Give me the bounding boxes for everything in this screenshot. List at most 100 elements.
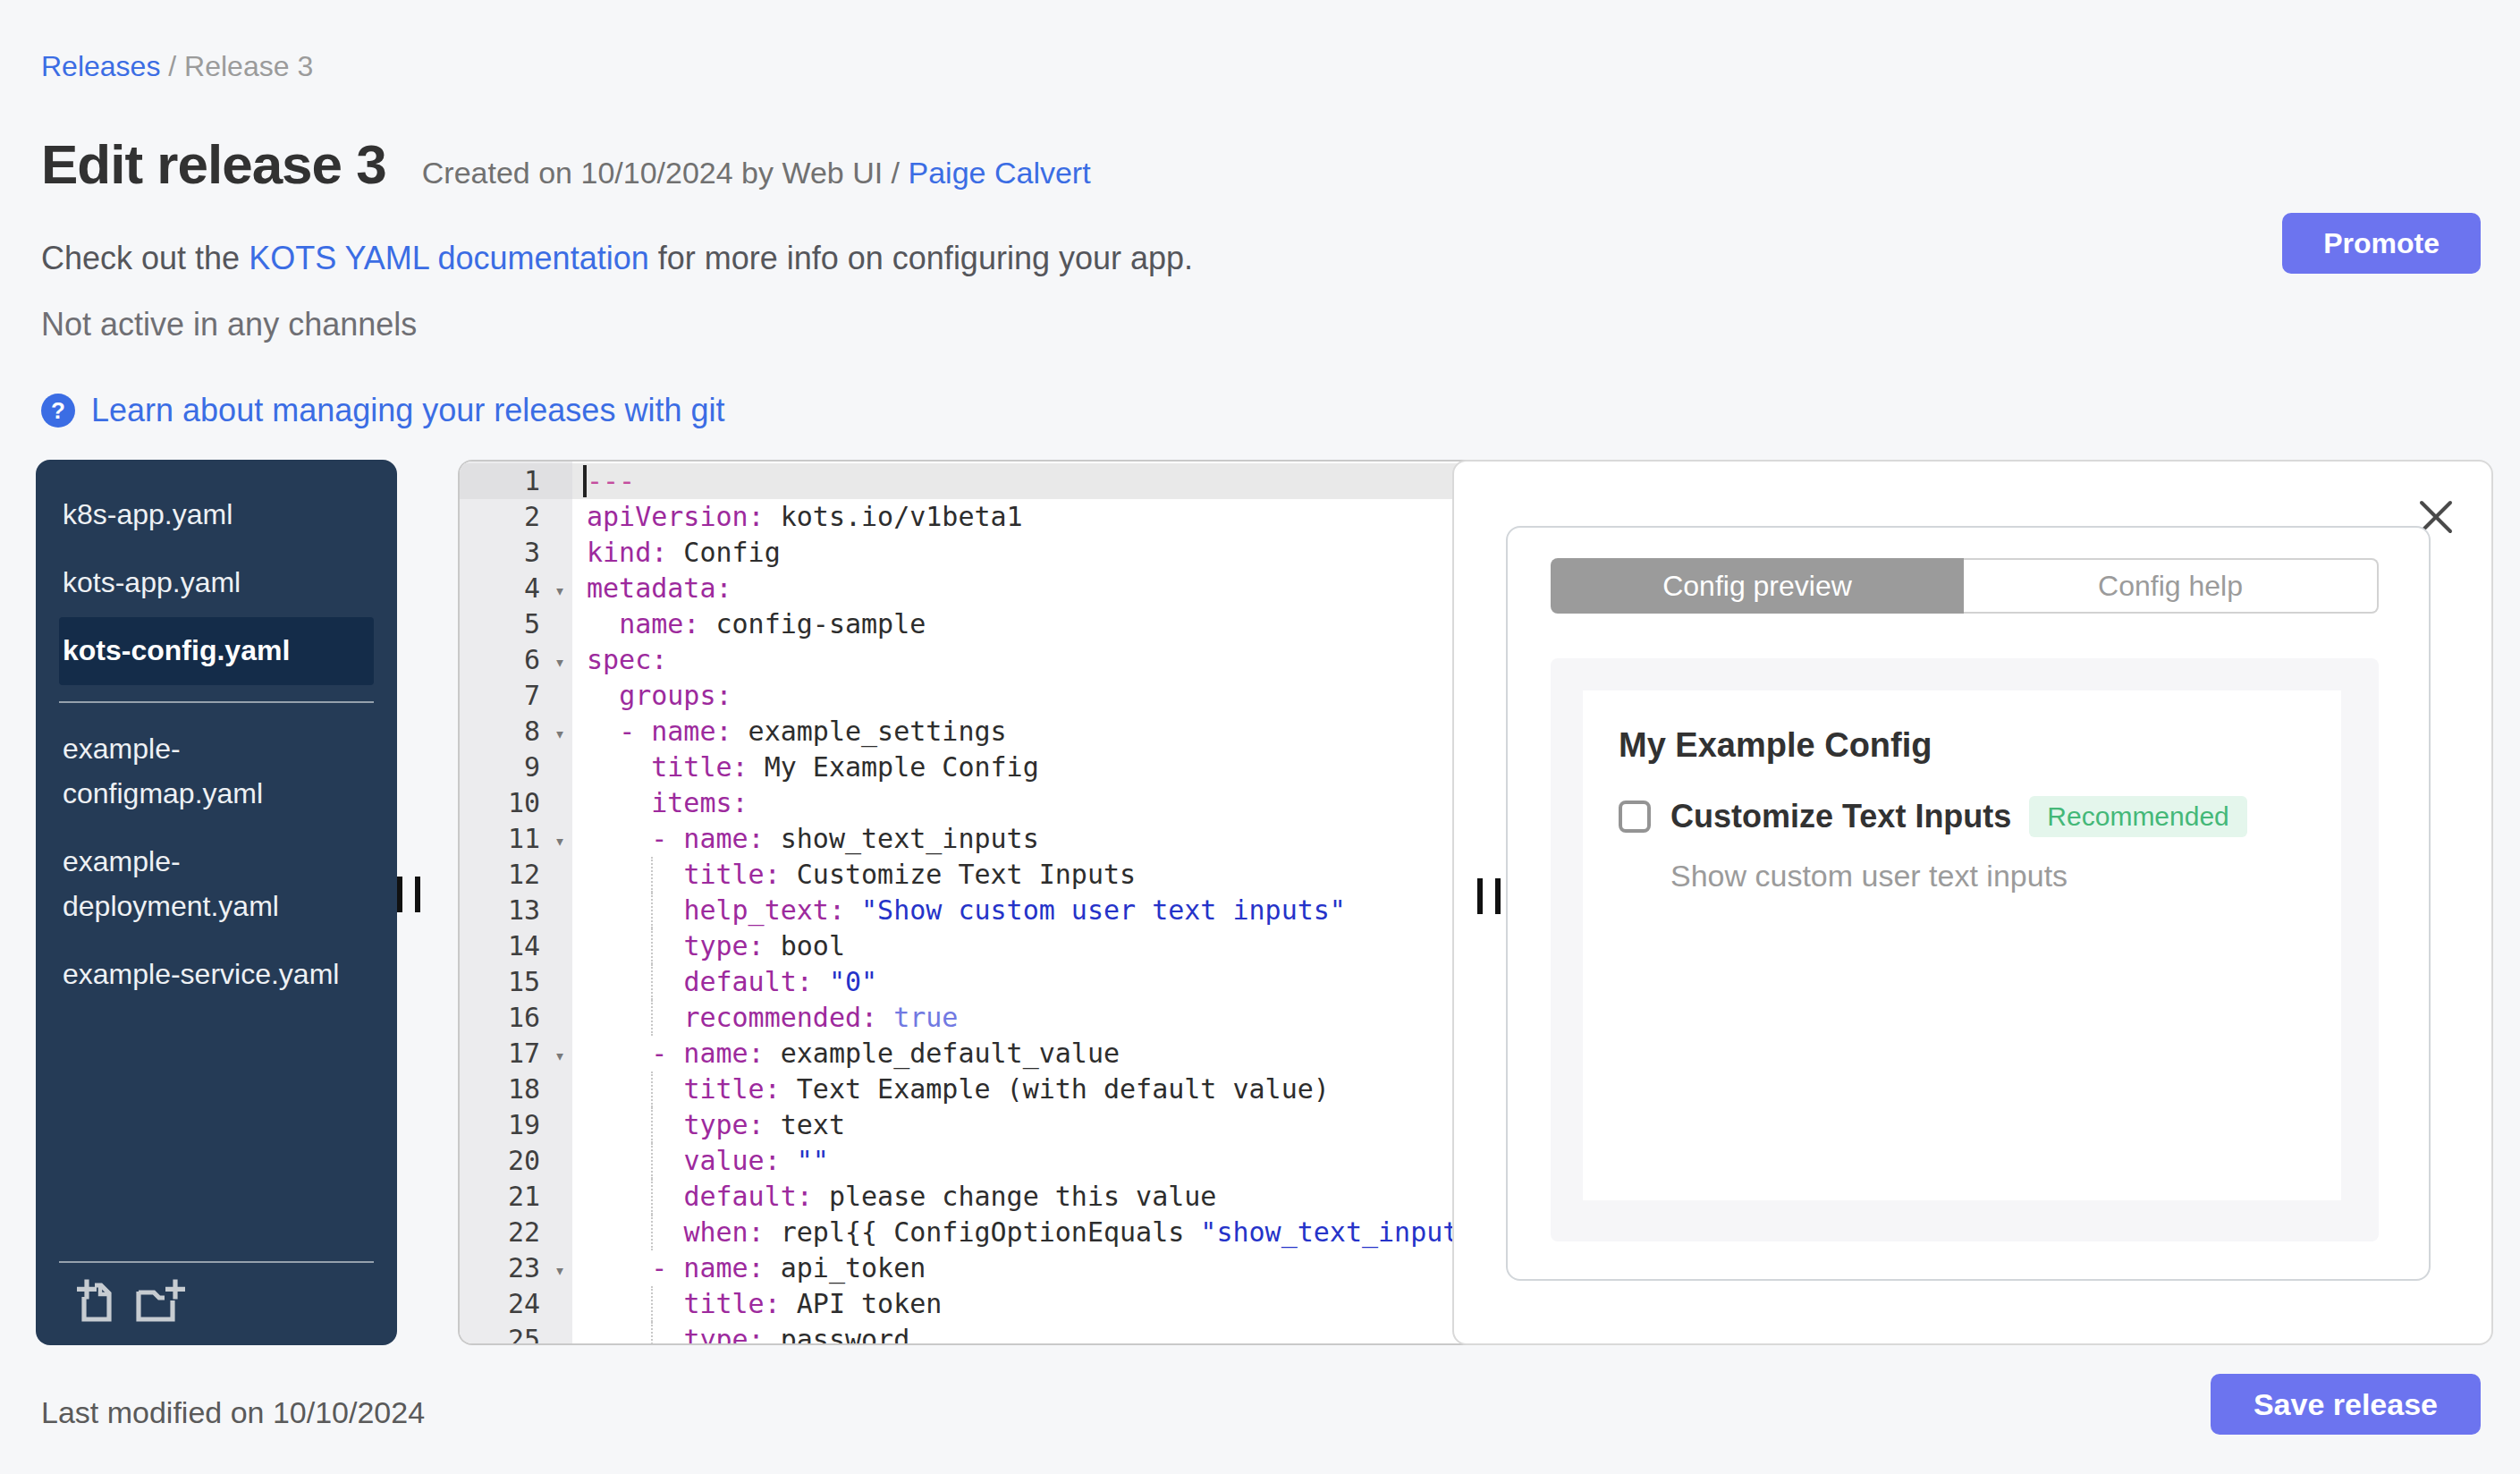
config-preview-pane: Config preview Config help My Example Co…: [1452, 460, 2493, 1345]
code-line: 21 default: please change this value: [460, 1179, 1483, 1215]
code-line: 7 groups:: [460, 678, 1483, 714]
last-modified: Last modified on 10/10/2024: [41, 1395, 425, 1430]
code-text: - name: example_settings: [572, 714, 1007, 750]
file-tree-item[interactable]: example-deployment.yaml: [59, 828, 374, 941]
fold-arrow-icon[interactable]: ▾: [554, 823, 565, 859]
line-number: 24: [460, 1286, 572, 1322]
code-text: title: Customize Text Inputs: [572, 857, 1136, 893]
config-item-label: Customize Text Inputs: [1670, 798, 2011, 835]
line-number: 23▾: [460, 1250, 572, 1286]
code-text: title: My Example Config: [572, 750, 1039, 785]
config-tabs: Config preview Config help: [1551, 558, 2379, 614]
git-help-link[interactable]: ? Learn about managing your releases wit…: [41, 392, 724, 429]
created-info: Created on 10/10/2024 by Web UI / Paige …: [422, 156, 1091, 191]
line-number: 3: [460, 535, 572, 571]
line-number: 8▾: [460, 714, 572, 750]
code-text: help_text: "Show custom user text inputs…: [572, 893, 1346, 928]
code-text: value: "": [572, 1143, 829, 1179]
resize-handle-right[interactable]: [1477, 878, 1501, 914]
add-file-icon[interactable]: [77, 1279, 114, 1322]
indent-guide: [651, 857, 653, 893]
file-tree-item[interactable]: example-service.yaml: [59, 941, 374, 1009]
file-tree-top: k8s-app.yamlkots-app.yamlkots-config.yam…: [36, 481, 397, 685]
code-text: - name: api_token: [572, 1250, 926, 1286]
code-line: 25 type: password: [460, 1322, 1483, 1345]
code-line: 1---: [460, 463, 1483, 499]
code-lines: 1---2apiVersion: kots.io/v1beta13kind: C…: [460, 463, 1483, 1345]
code-text: when: repl{{ ConfigOptionEquals "show_te…: [572, 1215, 1484, 1250]
kots-yaml-docs-link[interactable]: KOTS YAML documentation: [249, 240, 649, 276]
code-line: 16 recommended: true: [460, 1000, 1483, 1036]
code-text: groups:: [572, 678, 732, 714]
config-group-title: My Example Config: [1619, 726, 1932, 765]
add-folder-icon[interactable]: [134, 1279, 186, 1322]
code-line: 22 when: repl{{ ConfigOptionEquals "show…: [460, 1215, 1483, 1250]
breadcrumb-releases-link[interactable]: Releases: [41, 50, 160, 82]
promote-button[interactable]: Promote: [2282, 213, 2481, 274]
yaml-editor[interactable]: 1---2apiVersion: kots.io/v1beta13kind: C…: [458, 460, 1484, 1345]
line-number: 2: [460, 499, 572, 535]
code-line: 4▾metadata:: [460, 571, 1483, 606]
docs-suffix: for more info on configuring your app.: [649, 240, 1193, 276]
line-number: 9: [460, 750, 572, 785]
author-link[interactable]: Paige Calvert: [909, 156, 1091, 190]
fold-arrow-icon[interactable]: ▾: [554, 716, 565, 751]
code-line: 17▾ - name: example_default_value: [460, 1036, 1483, 1072]
file-tree-sidebar: k8s-app.yamlkots-app.yamlkots-config.yam…: [36, 460, 397, 1345]
line-number: 11▾: [460, 821, 572, 857]
config-item-help: Show custom user text inputs: [1670, 859, 2068, 894]
code-line: 10 items:: [460, 785, 1483, 821]
breadcrumb: Releases / Release 3: [41, 50, 313, 83]
code-text: recommended: true: [572, 1000, 958, 1036]
code-line: 18 title: Text Example (with default val…: [460, 1072, 1483, 1107]
file-tree-item[interactable]: k8s-app.yaml: [59, 481, 374, 549]
customize-text-inputs-checkbox[interactable]: [1619, 801, 1651, 833]
indent-guide: [651, 964, 653, 1000]
line-number: 21: [460, 1179, 572, 1215]
indent-guide: [651, 893, 653, 928]
text-cursor: [583, 465, 587, 497]
file-tree-bottom-divider: [59, 1261, 374, 1263]
question-icon: ?: [41, 394, 75, 428]
indent-guide: [651, 1107, 653, 1143]
config-preview-panel: My Example Config Customize Text Inputs …: [1551, 658, 2379, 1241]
indent-guide: [651, 1072, 653, 1107]
fold-arrow-icon[interactable]: ▾: [554, 1252, 565, 1288]
line-number: 25: [460, 1322, 572, 1345]
code-text: default: please change this value: [572, 1179, 1216, 1215]
indent-guide: [651, 1215, 653, 1250]
resize-handle-left[interactable]: [397, 877, 420, 912]
line-number: 1: [460, 463, 572, 499]
code-line: 23▾ - name: api_token: [460, 1250, 1483, 1286]
tab-config-preview[interactable]: Config preview: [1551, 558, 1964, 614]
file-tree-item[interactable]: example-configmap.yaml: [59, 716, 374, 828]
code-text: default: "0": [572, 964, 877, 1000]
created-text: Created on 10/10/2024 by Web UI /: [422, 156, 909, 190]
line-number: 18: [460, 1072, 572, 1107]
line-number: 15: [460, 964, 572, 1000]
line-number: 16: [460, 1000, 572, 1036]
code-text: title: Text Example (with default value): [572, 1072, 1330, 1107]
tab-config-help[interactable]: Config help: [1964, 558, 2379, 614]
fold-arrow-icon[interactable]: ▾: [554, 572, 565, 608]
indent-guide: [651, 1000, 653, 1036]
code-text: spec:: [572, 642, 667, 678]
code-text: items:: [572, 785, 748, 821]
line-number: 14: [460, 928, 572, 964]
code-text: metadata:: [572, 571, 732, 606]
channel-status: Not active in any channels: [41, 306, 417, 343]
line-number: 17▾: [460, 1036, 572, 1072]
code-text: type: text: [572, 1107, 845, 1143]
code-text: kind: Config: [572, 535, 781, 571]
config-card: Config preview Config help My Example Co…: [1506, 526, 2431, 1281]
code-line: 13 help_text: "Show custom user text inp…: [460, 893, 1483, 928]
code-line: 14 type: bool: [460, 928, 1483, 964]
fold-arrow-icon[interactable]: ▾: [554, 1038, 565, 1073]
fold-arrow-icon[interactable]: ▾: [554, 644, 565, 680]
save-release-button[interactable]: Save release: [2211, 1374, 2481, 1435]
code-text: apiVersion: kots.io/v1beta1: [572, 499, 1023, 535]
file-tree-item[interactable]: kots-config.yaml: [59, 617, 374, 685]
file-tree-item[interactable]: kots-app.yaml: [59, 549, 374, 617]
code-line: 9 title: My Example Config: [460, 750, 1483, 785]
line-number: 10: [460, 785, 572, 821]
